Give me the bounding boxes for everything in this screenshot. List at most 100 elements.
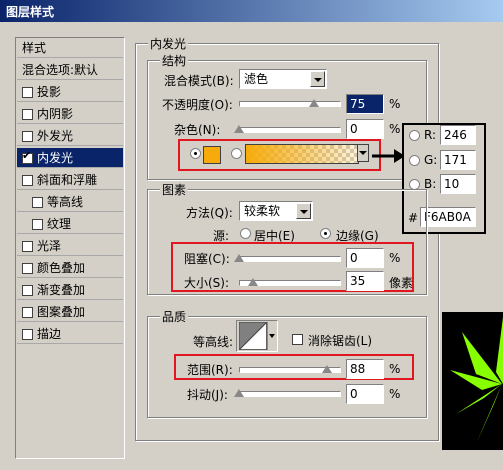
- chevron-down-icon: [359, 151, 367, 155]
- sidebar-item-2[interactable]: 投影: [17, 82, 123, 102]
- choke-value: 0: [350, 251, 358, 265]
- sidebar-item-10[interactable]: 颜色叠加: [17, 258, 123, 278]
- contour-curve-icon: [239, 322, 268, 350]
- sidebar-item-label: 等高线: [47, 195, 84, 209]
- sidebar-item-5[interactable]: ✔ 内发光: [17, 148, 123, 168]
- glow-color-swatch[interactable]: [203, 146, 221, 164]
- leaf-preview-icon: [450, 317, 503, 444]
- opacity-value: 75: [350, 97, 366, 111]
- chevron-down-icon[interactable]: [310, 71, 325, 87]
- sidebar-item-label: 颜色叠加: [37, 261, 86, 275]
- technique-select[interactable]: 较柔软: [239, 201, 313, 221]
- r-radio[interactable]: [409, 130, 420, 141]
- gradient-preview[interactable]: [245, 144, 359, 164]
- sidebar-item-7[interactable]: 等高线: [17, 192, 123, 212]
- quality-title: 品质: [160, 308, 189, 325]
- choke-slider-thumb[interactable]: [234, 254, 244, 262]
- style-list: 样式混合选项:默认投影内阴影 外发光 ✔ 内发光斜面和浮雕等高线纹理光泽颜色叠加渐变叠…: [15, 37, 125, 459]
- sidebar-item-label: 内发光: [37, 151, 74, 165]
- inner-glow-title: 内发光: [148, 35, 189, 52]
- window-title: 图层样式: [6, 5, 55, 19]
- size-unit: 像素: [389, 276, 414, 290]
- sidebar-checkbox[interactable]: [22, 263, 33, 274]
- b-input[interactable]: 10: [440, 174, 476, 194]
- g-value: 171: [444, 153, 467, 167]
- gradient-dropdown-button[interactable]: [357, 144, 369, 162]
- opacity-slider-track[interactable]: [239, 101, 341, 107]
- noise-label: 杂色(N):: [174, 123, 221, 137]
- sidebar-checkbox[interactable]: ✔: [22, 149, 33, 164]
- sidebar-item-label: 投影: [37, 85, 62, 99]
- r-label: R:: [424, 128, 437, 142]
- choke-input[interactable]: 0: [346, 248, 384, 268]
- choke-slider-track[interactable]: [239, 256, 341, 262]
- sidebar-item-11[interactable]: 渐变叠加: [17, 280, 123, 300]
- sidebar-item-label: 渐变叠加: [37, 283, 86, 297]
- source-edge-radio[interactable]: [320, 228, 331, 239]
- sidebar-checkbox[interactable]: [22, 109, 33, 120]
- solid-color-radio[interactable]: [190, 148, 201, 159]
- sidebar-checkbox[interactable]: [22, 87, 33, 98]
- antialias-label[interactable]: 消除锯齿(L): [308, 332, 372, 349]
- sidebar-checkbox[interactable]: [22, 329, 33, 340]
- sidebar-item-13[interactable]: 描边: [17, 324, 123, 344]
- check-icon: ✔: [22, 149, 32, 162]
- noise-slider-track[interactable]: [239, 127, 341, 133]
- title-bar[interactable]: 图层样式: [0, 0, 503, 22]
- sidebar-item-12[interactable]: 图案叠加: [17, 302, 123, 322]
- sidebar-item-1[interactable]: 混合选项:默认: [17, 60, 123, 80]
- sidebar-item-0[interactable]: 样式: [17, 38, 123, 58]
- noise-percent: %: [389, 122, 401, 136]
- blend-mode-select[interactable]: 滤色: [239, 69, 327, 89]
- size-slider-thumb[interactable]: [248, 278, 258, 286]
- range-percent: %: [389, 362, 401, 376]
- r-input[interactable]: 246: [440, 125, 476, 145]
- sidebar-item-label: 混合选项:默认: [22, 63, 99, 77]
- hex-value: F6AB0A: [424, 210, 471, 224]
- sidebar-checkbox[interactable]: [22, 131, 33, 142]
- b-value: 10: [444, 177, 460, 191]
- technique-label: 方法(Q):: [186, 206, 233, 220]
- range-input[interactable]: 88: [346, 359, 384, 379]
- antialias-checkbox[interactable]: [292, 334, 303, 345]
- opacity-input[interactable]: 75: [346, 94, 384, 114]
- choke-percent: %: [389, 251, 401, 265]
- opacity-slider-thumb[interactable]: [309, 99, 319, 107]
- r-value: 246: [444, 128, 467, 142]
- blend-mode-value: 滤色: [244, 72, 269, 86]
- sidebar-item-6[interactable]: 斜面和浮雕: [17, 170, 123, 190]
- sidebar-checkbox[interactable]: [32, 219, 43, 230]
- jitter-input[interactable]: 0: [346, 384, 384, 404]
- sidebar-item-3[interactable]: 内阴影: [17, 104, 123, 124]
- sidebar-checkbox[interactable]: [32, 197, 43, 208]
- sidebar-checkbox[interactable]: [22, 241, 33, 252]
- g-radio[interactable]: [409, 155, 420, 166]
- sidebar-checkbox[interactable]: [22, 285, 33, 296]
- sidebar-item-9[interactable]: 光泽: [17, 236, 123, 256]
- size-input[interactable]: 35: [346, 271, 384, 291]
- chevron-down-icon[interactable]: [296, 203, 311, 219]
- sidebar-item-label: 描边: [37, 327, 62, 341]
- range-slider-thumb[interactable]: [322, 365, 332, 373]
- preview-image: [442, 312, 503, 450]
- sidebar-item-8[interactable]: 纹理: [17, 214, 123, 234]
- jitter-slider-thumb[interactable]: [234, 389, 244, 397]
- sidebar-item-label: 样式: [22, 41, 47, 55]
- size-value: 35: [350, 274, 366, 288]
- range-label: 范围(R):: [187, 363, 233, 377]
- noise-slider-thumb[interactable]: [234, 125, 244, 133]
- chevron-down-icon: [269, 334, 275, 338]
- jitter-value: 0: [350, 387, 358, 401]
- hex-input[interactable]: F6AB0A: [420, 207, 476, 227]
- source-center-radio[interactable]: [240, 228, 251, 239]
- jitter-slider-track[interactable]: [239, 391, 341, 397]
- sidebar-checkbox[interactable]: [22, 175, 33, 186]
- noise-input[interactable]: 0: [346, 119, 384, 139]
- sidebar-checkbox[interactable]: [22, 307, 33, 318]
- contour-picker[interactable]: [236, 320, 278, 352]
- structure-title: 结构: [160, 52, 189, 69]
- sidebar-item-label: 纹理: [47, 217, 72, 231]
- gradient-radio[interactable]: [231, 148, 242, 159]
- sidebar-item-4[interactable]: 外发光: [17, 126, 123, 146]
- g-input[interactable]: 171: [440, 150, 476, 170]
